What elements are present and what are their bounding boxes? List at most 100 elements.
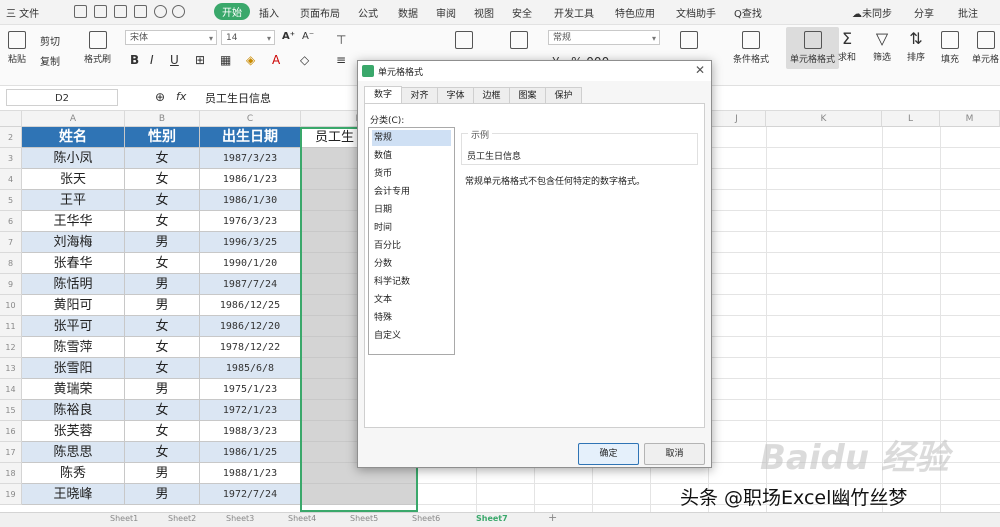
sheet-tab[interactable]: Sheet5 [350,514,378,523]
save-icon[interactable] [74,5,87,18]
row-header[interactable]: 6 [0,211,22,232]
category-item[interactable]: 货币 [372,166,451,182]
category-item[interactable]: 百分比 [372,238,451,254]
column-header[interactable]: J [708,111,766,127]
table-header-cell[interactable]: 出生日期 [200,127,301,148]
comment-button[interactable]: 批注 [958,5,978,20]
category-item[interactable]: 日期 [372,202,451,218]
row-header[interactable]: 10 [0,295,22,316]
table-cell[interactable]: 女 [125,358,200,379]
share-button[interactable]: 分享 [914,5,934,20]
table-cell[interactable]: 女 [125,169,200,190]
table-cell[interactable]: 女 [125,421,200,442]
table-cell[interactable]: 王平 [22,190,125,211]
table-cell[interactable]: 1986/12/20 [200,316,301,337]
search-button[interactable]: Q查找 [734,5,762,20]
category-item[interactable]: 时间 [372,220,451,236]
table-cell[interactable]: 1985/6/8 [200,358,301,379]
tab-number[interactable]: 数字 [364,86,402,104]
table-cell[interactable]: 1972/1/23 [200,400,301,421]
table-cell[interactable]: 1975/1/23 [200,379,301,400]
row-header[interactable]: 18 [0,463,22,484]
column-header[interactable]: M [940,111,1000,127]
font-name-select[interactable]: 宋体 ▾ [125,30,217,45]
table-cell[interactable]: 张春华 [22,253,125,274]
category-item[interactable]: 文本 [372,292,451,308]
tab-developer[interactable]: 开发工具 [554,5,594,20]
conditional-format-button[interactable] [680,31,698,52]
table-cell[interactable]: 1987/7/24 [200,274,301,295]
italic-icon[interactable]: I [150,53,154,67]
sort-button[interactable]: ⇅ 排序 [907,31,925,64]
select-all-corner[interactable] [0,111,22,127]
table-cell[interactable]: 1988/3/23 [200,421,301,442]
sync-status[interactable]: ☁未同步 [852,5,892,20]
table-cell[interactable]: 黄瑞荣 [22,379,125,400]
cell-button[interactable]: 单元格 [972,31,999,65]
column-header[interactable]: C [200,111,301,127]
sheet-tab-active[interactable]: Sheet7 [476,514,508,523]
table-cell[interactable]: 男 [125,274,200,295]
font-size-select[interactable]: 14 ▾ [221,30,275,45]
border-icon[interactable]: ⊞ [195,53,205,67]
category-item[interactable]: 会计专用 [372,184,451,200]
row-header[interactable]: 9 [0,274,22,295]
row-header[interactable]: 2 [0,127,22,148]
tab-formula[interactable]: 公式 [358,5,378,20]
table-cell[interactable]: 女 [125,316,200,337]
ok-button[interactable]: 确定 [578,443,639,465]
fill-color-icon[interactable]: ◈ [246,53,255,67]
table-cell[interactable]: 女 [125,442,200,463]
tab-protection[interactable]: 保护 [545,87,582,103]
bold-icon[interactable]: B [130,53,139,67]
table-cell[interactable]: 1990/1/20 [200,253,301,274]
table-cell[interactable]: 1987/3/23 [200,148,301,169]
table-cell[interactable]: 王华华 [22,211,125,232]
export-icon[interactable] [134,5,147,18]
table-cell[interactable]: 刘海梅 [22,232,125,253]
category-item[interactable]: 数值 [372,148,451,164]
table-cell[interactable]: 张雪阳 [22,358,125,379]
grow-font-icon[interactable]: A⁺ [282,31,295,42]
font-color-icon[interactable]: A [272,53,280,67]
row-header[interactable]: 16 [0,421,22,442]
row-header[interactable]: 5 [0,190,22,211]
file-menu[interactable]: 三 文件 [6,5,39,20]
table-cell[interactable]: 男 [125,463,200,484]
preview-icon[interactable] [114,5,127,18]
row-header[interactable]: 7 [0,232,22,253]
row-header[interactable]: 12 [0,337,22,358]
column-header[interactable]: L [882,111,940,127]
table-cell[interactable]: 男 [125,295,200,316]
table-cell[interactable]: 陈裕良 [22,400,125,421]
table-cell[interactable]: 1988/1/23 [200,463,301,484]
row-header[interactable]: 13 [0,358,22,379]
cancel-button[interactable]: 取消 [644,443,705,465]
undo-icon[interactable] [154,5,167,18]
redo-icon[interactable] [172,5,185,18]
table-style-button[interactable]: 条件格式 [733,31,769,65]
tab-page-layout[interactable]: 页面布局 [300,5,340,20]
tab-home[interactable]: 开始 [214,3,250,20]
number-format-select[interactable]: 常规 ▾ [548,30,660,45]
sheet-tab[interactable]: Sheet2 [168,514,196,523]
table-cell[interactable]: 陈小凤 [22,148,125,169]
row-header[interactable]: 11 [0,316,22,337]
cut-button[interactable]: 剪切 [40,33,60,48]
table-cell[interactable]: 男 [125,484,200,505]
table-cell[interactable]: 女 [125,400,200,421]
align-top-icon[interactable]: ⊤ [336,33,346,47]
table-cell[interactable]: 陈秀 [22,463,125,484]
tab-security[interactable]: 安全 [512,5,532,20]
table-cell[interactable]: 王晓峰 [22,484,125,505]
table-cell[interactable]: 1972/7/24 [200,484,301,505]
empty-cell[interactable] [301,484,418,505]
zoom-icon[interactable]: ⊕ [155,90,165,104]
table-cell[interactable]: 1986/12/25 [200,295,301,316]
name-box[interactable]: D2 [6,89,118,106]
table-cell[interactable]: 陈恬明 [22,274,125,295]
category-item[interactable]: 自定义 [372,328,451,344]
category-item[interactable]: 分数 [372,256,451,272]
merge-button[interactable] [455,31,473,52]
table-cell[interactable]: 女 [125,190,200,211]
